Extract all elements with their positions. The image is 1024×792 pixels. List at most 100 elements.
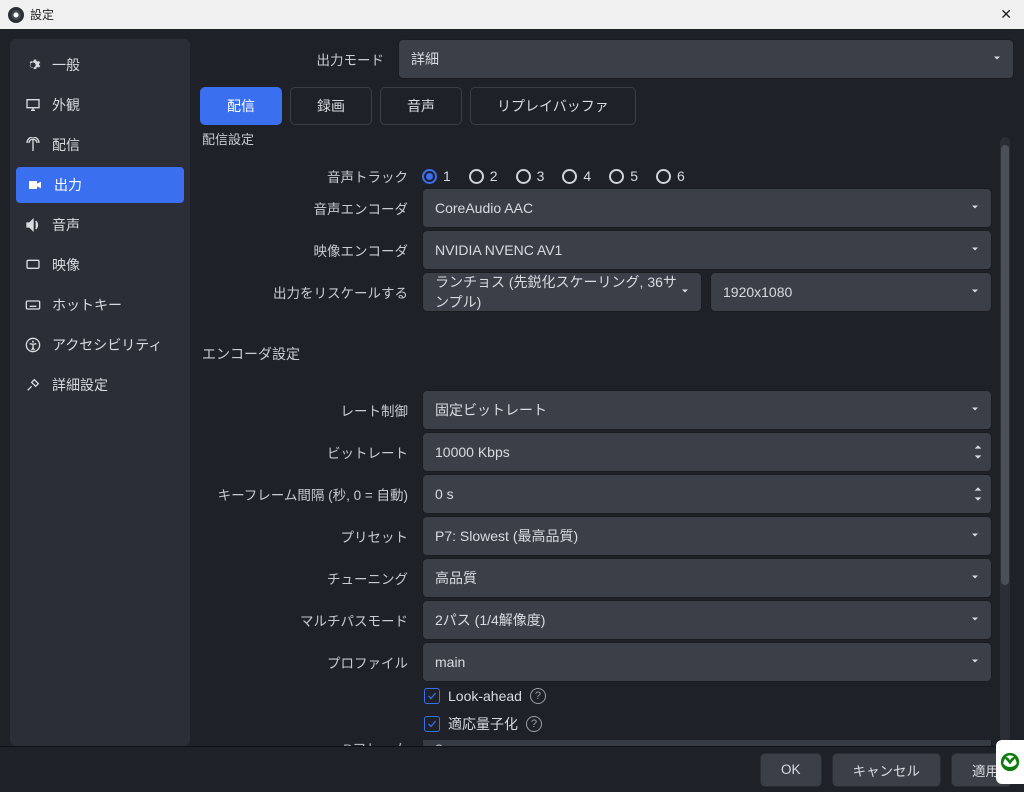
output-tabs: 配信 録画 音声 リプレイバッファ xyxy=(200,87,1014,125)
bframe-input[interactable]: 2 xyxy=(422,740,992,746)
sidebar-item-label: ホットキー xyxy=(52,295,122,315)
sidebar-item-label: アクセシビリティ xyxy=(52,335,162,355)
preset-select[interactable]: P7: Slowest (最高品質) xyxy=(422,516,992,556)
tuning-select[interactable]: 高品質 xyxy=(422,558,992,598)
preset-row: プリセット P7: Slowest (最高品質) xyxy=(200,516,992,556)
ok-button[interactable]: OK xyxy=(760,753,822,787)
output-mode-value: 詳細 xyxy=(411,49,439,69)
rate-control-row: レート制御 固定ビットレート xyxy=(200,390,992,430)
radio-track-2[interactable]: 2 xyxy=(469,168,498,184)
keyframe-input[interactable]: 0 s xyxy=(422,474,992,514)
volume-icon xyxy=(24,217,42,233)
profile-row: プロファイル main xyxy=(200,642,992,682)
keyframe-label: キーフレーム間隔 (秒, 0 = 自動) xyxy=(200,484,414,504)
cancel-button[interactable]: キャンセル xyxy=(832,753,942,787)
chevron-down-icon xyxy=(969,402,981,418)
sidebar-item-appearance[interactable]: 外観 xyxy=(10,85,190,125)
display-icon xyxy=(24,257,42,273)
output-mode-select[interactable]: 詳細 xyxy=(398,39,1014,79)
bitrate-row: ビットレート 10000 Kbps xyxy=(200,432,992,472)
audio-track-label: 音声トラック xyxy=(200,166,414,186)
encoder-settings-header: エンコーダ設定 xyxy=(200,338,992,370)
sidebar-item-label: 配信 xyxy=(52,135,80,155)
tuning-label: チューニング xyxy=(200,568,414,588)
obs-logo-icon xyxy=(8,7,24,23)
chevron-down-icon xyxy=(991,51,1003,67)
radio-track-1[interactable]: 1 xyxy=(422,168,451,184)
video-encoder-select[interactable]: NVIDIA NVENC AV1 xyxy=(422,230,992,270)
spinner-icon[interactable] xyxy=(973,745,983,746)
lookahead-checkbox[interactable]: Look-ahead ? xyxy=(422,684,546,708)
keyboard-icon xyxy=(24,297,42,313)
bitrate-input[interactable]: 10000 Kbps xyxy=(422,432,992,472)
tab-replay-buffer[interactable]: リプレイバッファ xyxy=(470,87,636,125)
spinner-icon[interactable] xyxy=(973,443,983,461)
scrollbar-track[interactable] xyxy=(1000,137,1010,742)
video-encoder-row: 映像エンコーダ NVIDIA NVENC AV1 xyxy=(200,230,992,270)
tab-record[interactable]: 録画 xyxy=(290,87,372,125)
chevron-down-icon xyxy=(969,242,981,258)
audio-encoder-select[interactable]: CoreAudio AAC xyxy=(422,188,992,228)
help-icon[interactable]: ? xyxy=(526,716,542,732)
tools-icon xyxy=(24,377,42,393)
scrollbar-thumb[interactable] xyxy=(1001,145,1009,585)
profile-label: プロファイル xyxy=(200,652,414,672)
rescale-label: 出力をリスケールする xyxy=(200,282,414,302)
checkbox-icon xyxy=(424,716,440,732)
camera-icon xyxy=(26,177,44,193)
chevron-down-icon xyxy=(969,570,981,586)
checkbox-icon xyxy=(424,688,440,704)
antenna-icon xyxy=(24,137,42,153)
rate-control-label: レート制御 xyxy=(200,400,414,420)
sidebar-item-stream[interactable]: 配信 xyxy=(10,125,190,165)
sidebar: 一般 外観 配信 出力 音声 映像 ホットキー アクセシビリティ xyxy=(10,39,190,746)
sidebar-item-accessibility[interactable]: アクセシビリティ xyxy=(10,325,190,365)
chevron-down-icon xyxy=(969,284,981,300)
close-icon[interactable]: ✕ xyxy=(994,4,1018,25)
radio-track-3[interactable]: 3 xyxy=(516,168,545,184)
rescale-row: 出力をリスケールする ランチョス (先鋭化スケーリング, 36サンプル) 192… xyxy=(200,272,992,312)
chevron-down-icon xyxy=(969,200,981,216)
tab-audio[interactable]: 音声 xyxy=(380,87,462,125)
multipass-select[interactable]: 2パス (1/4解像度) xyxy=(422,600,992,640)
radio-icon xyxy=(516,169,531,184)
adaptive-q-checkbox[interactable]: 適応量子化 ? xyxy=(422,710,542,738)
radio-track-4[interactable]: 4 xyxy=(562,168,591,184)
audio-track-row: 音声トラック 1 2 3 4 5 6 xyxy=(200,166,992,186)
chevron-down-icon xyxy=(969,528,981,544)
tuning-row: チューニング 高品質 xyxy=(200,558,992,598)
sidebar-item-output[interactable]: 出力 xyxy=(16,167,184,203)
scroll-area: 配信設定 音声トラック 1 2 3 4 5 6 音声エンコーダ xyxy=(200,133,1014,746)
window-title: 設定 xyxy=(30,6,54,23)
rescale-method-select[interactable]: ランチョス (先鋭化スケーリング, 36サンプル) xyxy=(422,272,702,312)
rescale-size-select[interactable]: 1920x1080 xyxy=(710,272,992,312)
output-mode-row: 出力モード 詳細 xyxy=(200,39,1014,79)
bframe-label: Bフレーム xyxy=(200,740,414,746)
rate-control-select[interactable]: 固定ビットレート xyxy=(422,390,992,430)
spinner-icon[interactable] xyxy=(973,485,983,503)
radio-icon xyxy=(609,169,624,184)
adaptive-q-row: 適応量子化 ? xyxy=(200,710,992,738)
gear-icon xyxy=(24,57,42,73)
sidebar-item-label: 映像 xyxy=(52,255,80,275)
help-icon[interactable]: ? xyxy=(530,688,546,704)
accessibility-icon xyxy=(24,337,42,353)
audio-encoder-label: 音声エンコーダ xyxy=(200,198,414,218)
sidebar-item-video[interactable]: 映像 xyxy=(10,245,190,285)
profile-select[interactable]: main xyxy=(422,642,992,682)
xbox-gamebar-badge[interactable] xyxy=(996,740,1024,784)
multipass-row: マルチパスモード 2パス (1/4解像度) xyxy=(200,600,992,640)
audio-encoder-row: 音声エンコーダ CoreAudio AAC xyxy=(200,188,992,228)
sidebar-item-label: 音声 xyxy=(52,215,80,235)
radio-track-6[interactable]: 6 xyxy=(656,168,685,184)
sidebar-item-audio[interactable]: 音声 xyxy=(10,205,190,245)
sidebar-item-general[interactable]: 一般 xyxy=(10,45,190,85)
sidebar-item-label: 外観 xyxy=(52,95,80,115)
radio-icon xyxy=(562,169,577,184)
radio-track-5[interactable]: 5 xyxy=(609,168,638,184)
sidebar-item-hotkeys[interactable]: ホットキー xyxy=(10,285,190,325)
monitor-icon xyxy=(24,97,42,113)
sidebar-item-advanced[interactable]: 詳細設定 xyxy=(10,365,190,405)
keyframe-row: キーフレーム間隔 (秒, 0 = 自動) 0 s xyxy=(200,474,992,514)
tab-stream[interactable]: 配信 xyxy=(200,87,282,125)
